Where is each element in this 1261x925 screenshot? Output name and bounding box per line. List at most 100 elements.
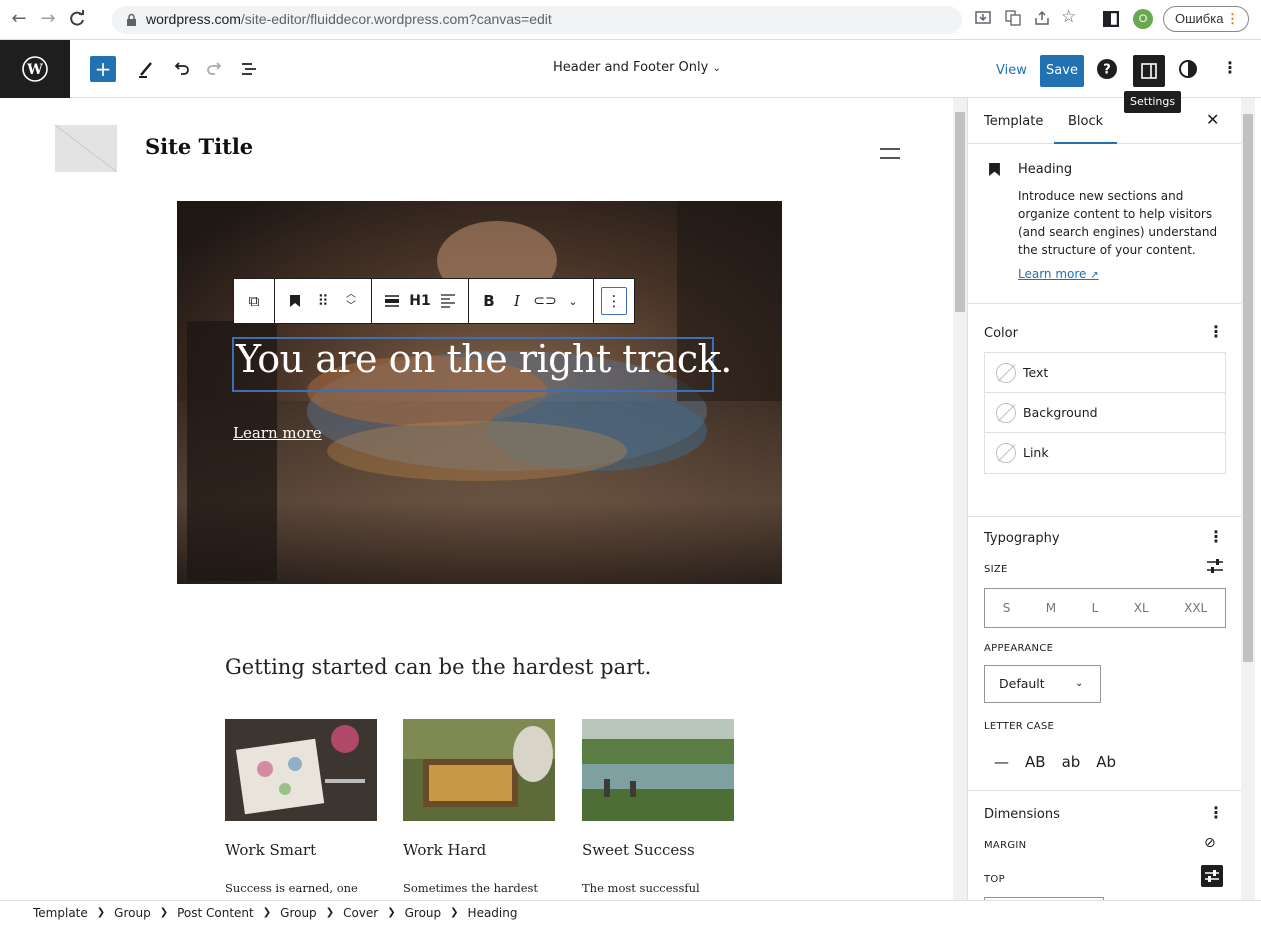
size-option-m[interactable]: M xyxy=(1046,601,1056,615)
heading-level-button[interactable]: H1 xyxy=(406,279,434,323)
close-icon[interactable]: ✕ xyxy=(1206,110,1219,129)
site-title[interactable]: Site Title xyxy=(145,134,253,159)
bookmark-icon[interactable] xyxy=(281,279,309,323)
custom-value-icon[interactable] xyxy=(1201,865,1223,887)
profile-avatar[interactable]: O xyxy=(1133,9,1153,29)
sidebar-scrollbar[interactable] xyxy=(1241,98,1255,900)
size-option-s[interactable]: S xyxy=(1003,601,1011,615)
card-title[interactable]: Work Smart xyxy=(225,841,377,859)
dimensions-panel-title[interactable]: Dimensions xyxy=(984,807,1060,822)
card-description[interactable]: Success is earned, one xyxy=(225,881,377,895)
help-icon[interactable]: ? xyxy=(1096,58,1118,80)
appearance-select[interactable]: Default ⌄ xyxy=(984,665,1101,703)
site-logo-placeholder[interactable] xyxy=(55,125,117,172)
browser-error-button[interactable]: Ошибка ⋮ xyxy=(1163,6,1249,32)
canvas-scrollbar[interactable] xyxy=(953,98,967,900)
options-menu-icon[interactable]: ⋮ xyxy=(1222,58,1238,77)
add-block-button[interactable]: + xyxy=(90,56,116,82)
size-option-xxl[interactable]: XXL xyxy=(1184,601,1207,615)
forward-arrow-icon[interactable]: → xyxy=(37,8,59,30)
breadcrumb-template[interactable]: Template xyxy=(33,901,88,924)
transform-icon[interactable]: ⧉ xyxy=(240,279,268,323)
back-arrow-icon[interactable]: ← xyxy=(8,8,30,30)
breadcrumb-cover[interactable]: Cover xyxy=(343,901,378,924)
color-item-background[interactable]: Background xyxy=(985,393,1225,433)
link-icon[interactable]: ⊂⊃ xyxy=(531,279,559,323)
bookmark-icon xyxy=(989,163,1000,176)
dimensions-options-icon[interactable]: ⋮ xyxy=(1208,803,1224,822)
tab-block[interactable]: Block xyxy=(1054,114,1118,144)
custom-size-icon[interactable] xyxy=(1207,559,1223,573)
margin-label: MARGIN xyxy=(984,840,1027,851)
dimensions-panel: Dimensions ⋮ MARGIN ⊘ TOP xyxy=(968,791,1241,900)
drag-handle-icon[interactable]: ⠿ xyxy=(309,279,337,323)
template-selector[interactable]: Header and Footer Only ⌄ xyxy=(553,60,721,75)
cover-heading-block[interactable]: You are on the right track. xyxy=(232,337,732,392)
view-button[interactable]: View xyxy=(986,55,1037,87)
settings-tooltip: Settings xyxy=(1124,91,1182,113)
font-size-picker: S M L XL XXL xyxy=(984,588,1226,628)
sidebar-toggle-icon xyxy=(1141,63,1157,79)
breadcrumb-group[interactable]: Group xyxy=(114,901,151,924)
tab-template[interactable]: Template xyxy=(984,114,1043,129)
star-icon[interactable]: ☆ xyxy=(1061,7,1076,27)
italic-icon[interactable]: I xyxy=(503,279,531,323)
breadcrumb-group[interactable]: Group xyxy=(405,901,442,924)
list-view-icon[interactable] xyxy=(236,56,262,82)
learn-more-link[interactable]: Learn more ↗ xyxy=(1018,267,1099,281)
card-work-hard[interactable]: Work Hard Sometimes the hardest xyxy=(403,719,555,895)
letter-case-lowercase[interactable]: ab xyxy=(1062,753,1081,771)
breadcrumb-heading[interactable]: Heading xyxy=(468,901,518,924)
section-heading[interactable]: Getting started can be the hardest part. xyxy=(225,655,651,679)
more-formats-chevron-icon[interactable]: ⌄ xyxy=(559,279,587,323)
color-item-text[interactable]: Text xyxy=(985,353,1225,393)
block-breadcrumb: Template ❯ Group ❯ Post Content ❯ Group ❯ Co… xyxy=(0,900,1261,924)
wordpress-logo[interactable]: W xyxy=(0,40,70,98)
chevron-right-icon: ❯ xyxy=(450,907,459,918)
letter-case-none[interactable]: — xyxy=(994,753,1009,771)
card-description[interactable]: Sometimes the hardest xyxy=(403,881,555,895)
size-option-l[interactable]: L xyxy=(1092,601,1099,615)
reload-icon[interactable] xyxy=(66,8,88,30)
redo-icon[interactable] xyxy=(202,56,228,82)
pencil-icon[interactable] xyxy=(134,56,160,82)
card-sweet-success[interactable]: Sweet Success The most successful xyxy=(582,719,734,895)
letter-case-capitalize[interactable]: Ab xyxy=(1096,753,1116,771)
typography-options-icon[interactable]: ⋮ xyxy=(1208,527,1224,546)
card-title[interactable]: Sweet Success xyxy=(582,841,734,859)
style-contrast-icon[interactable] xyxy=(1178,59,1198,79)
card-title[interactable]: Work Hard xyxy=(403,841,555,859)
typography-panel-title[interactable]: Typography xyxy=(984,531,1060,546)
share-icon[interactable] xyxy=(1034,10,1050,26)
cover-learn-more-link[interactable]: Learn more xyxy=(233,424,322,442)
letter-case-uppercase[interactable]: AB xyxy=(1025,753,1046,771)
text-align-icon[interactable] xyxy=(434,279,462,323)
block-options-icon[interactable]: ⋮ xyxy=(600,279,628,323)
block-card: Heading Introduce new sections and organ… xyxy=(968,144,1241,304)
block-toolbar: ⧉ ⠿ ︿ ﹀ H1 B I ⊂⊃ ⌄ ⋮ xyxy=(233,278,635,324)
address-bar[interactable]: wordpress.com/site-editor/fluiddecor.wor… xyxy=(112,6,962,34)
unlink-sides-icon[interactable]: ⊘ xyxy=(1204,835,1216,851)
translate-icon[interactable] xyxy=(1005,10,1021,26)
color-options-icon[interactable]: ⋮ xyxy=(1208,322,1224,341)
settings-button[interactable] xyxy=(1133,55,1165,87)
block-description: Introduce new sections and organize cont… xyxy=(1018,189,1218,257)
cover-block[interactable] xyxy=(177,201,782,584)
undo-icon[interactable] xyxy=(168,56,194,82)
bold-icon[interactable]: B xyxy=(475,279,503,323)
card-work-smart[interactable]: Work Smart Success is earned, one xyxy=(225,719,377,895)
color-item-link[interactable]: Link xyxy=(985,433,1225,473)
size-option-xl[interactable]: XL xyxy=(1134,601,1149,615)
save-button[interactable]: Save xyxy=(1040,55,1084,87)
editor-canvas: Site Title ⧉ ⠿ ︿ ﹀ H1 B I ⊂⊃ ⌄ ⋮ You are… xyxy=(0,98,950,900)
move-up-down-icon[interactable]: ︿ ﹀ xyxy=(337,279,365,323)
cover-heading-text[interactable]: You are on the right track. xyxy=(236,337,732,381)
breadcrumb-group[interactable]: Group xyxy=(280,901,317,924)
card-description[interactable]: The most successful xyxy=(582,881,734,895)
align-icon[interactable] xyxy=(378,279,406,323)
navigation-menu-icon[interactable] xyxy=(880,148,900,160)
install-app-icon[interactable] xyxy=(975,10,991,26)
sidepanel-icon[interactable] xyxy=(1103,11,1119,27)
breadcrumb-post-content[interactable]: Post Content xyxy=(177,901,254,924)
color-panel-title[interactable]: Color xyxy=(984,326,1018,341)
